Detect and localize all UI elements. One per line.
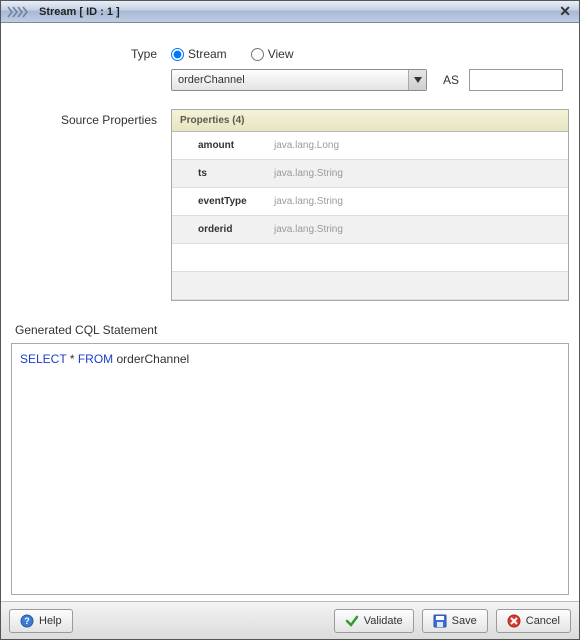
cancel-icon — [507, 614, 521, 628]
cql-star: * — [70, 352, 75, 366]
cancel-button-label: Cancel — [526, 615, 560, 627]
as-label: AS — [443, 73, 459, 87]
button-bar: ? Help Validate Save Cancel — [1, 601, 579, 639]
properties-table: Properties (4) amount java.lang.Long ts … — [171, 109, 569, 301]
table-row[interactable]: ts java.lang.String — [172, 160, 568, 188]
prop-type: java.lang.String — [274, 196, 343, 207]
save-icon — [433, 614, 447, 628]
cql-statement-box[interactable]: SELECT * FROM orderChannel — [11, 343, 569, 595]
type-label: Type — [11, 47, 171, 61]
radio-stream-input[interactable] — [171, 48, 184, 61]
source-properties-label: Source Properties — [11, 109, 171, 127]
cql-keyword-from: FROM — [78, 352, 113, 366]
table-row[interactable]: orderid java.lang.String — [172, 216, 568, 244]
source-select-value: orderChannel — [178, 74, 420, 86]
dialog-content: Type Stream View orderChannel AS — [1, 23, 579, 601]
prop-name: amount — [198, 140, 262, 151]
prop-type: java.lang.String — [274, 224, 343, 235]
help-button-label: Help — [39, 615, 62, 627]
help-button[interactable]: ? Help — [9, 609, 73, 633]
validate-button[interactable]: Validate — [334, 609, 414, 633]
prop-name: orderid — [198, 224, 262, 235]
source-select-row: orderChannel AS — [11, 69, 569, 91]
source-select[interactable]: orderChannel — [171, 69, 427, 91]
close-icon[interactable]: ✕ — [557, 3, 573, 20]
prop-name: eventType — [198, 196, 262, 207]
dialog-title: Stream [ ID : 1 ] — [39, 6, 120, 18]
cql-keyword-select: SELECT — [20, 352, 66, 366]
radio-view-label: View — [268, 47, 294, 61]
radio-stream[interactable]: Stream — [171, 47, 227, 61]
radio-view-input[interactable] — [251, 48, 264, 61]
radio-stream-label: Stream — [188, 47, 227, 61]
cql-source: orderChannel — [117, 352, 190, 366]
properties-header: Properties (4) — [172, 110, 568, 132]
radio-view[interactable]: View — [251, 47, 294, 61]
prop-type: java.lang.Long — [274, 140, 339, 151]
save-button[interactable]: Save — [422, 609, 488, 633]
table-row[interactable]: amount java.lang.Long — [172, 132, 568, 160]
stream-dialog: Stream [ ID : 1 ] ✕ Type Stream View ord… — [0, 0, 580, 640]
wizard-chevrons-icon — [7, 6, 35, 18]
check-icon — [345, 614, 359, 628]
title-bar: Stream [ ID : 1 ] ✕ — [1, 1, 579, 23]
svg-text:?: ? — [24, 616, 30, 626]
cancel-button[interactable]: Cancel — [496, 609, 571, 633]
prop-type: java.lang.String — [274, 168, 343, 179]
help-icon: ? — [20, 614, 34, 628]
type-row: Type Stream View — [11, 47, 569, 61]
generated-cql-label: Generated CQL Statement — [15, 323, 569, 337]
chevron-down-icon — [408, 70, 426, 90]
table-row-empty — [172, 272, 568, 300]
save-button-label: Save — [452, 615, 477, 627]
table-row[interactable]: eventType java.lang.String — [172, 188, 568, 216]
source-properties-row: Source Properties Properties (4) amount … — [11, 109, 569, 301]
prop-name: ts — [198, 168, 262, 179]
table-row-empty — [172, 244, 568, 272]
validate-button-label: Validate — [364, 615, 403, 627]
alias-input[interactable] — [469, 69, 563, 91]
